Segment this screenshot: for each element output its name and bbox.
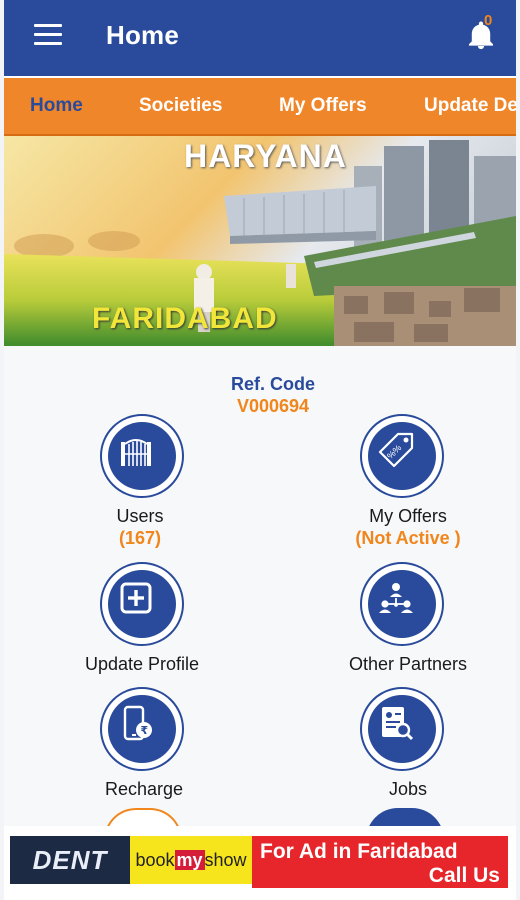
my-offers-tile[interactable]: %% My Offers (Not Active ) (264, 346, 516, 556)
recharge-label: Recharge (104, 779, 184, 799)
recharge-tile-circle: ₹ (100, 687, 184, 771)
bookmyshow-book: book (135, 850, 175, 870)
movie-ad-poster[interactable]: DENT EAR 2 (10, 836, 130, 884)
app-bar: Home 0 (4, 0, 516, 76)
jobs-label: Jobs (388, 779, 428, 799)
other-partners-label: Other Partners (348, 654, 468, 674)
bookmyshow-show: show (204, 850, 247, 870)
my-offers-label: My Offers (369, 506, 447, 526)
ad-call-line2: Call Us (428, 864, 500, 887)
price-tag-icon: %% (378, 432, 414, 468)
page-title: Home (106, 20, 180, 50)
network-people-icon (379, 583, 413, 613)
hamburger-menu-icon[interactable] (34, 24, 62, 46)
notification-count-badge: 0 (484, 12, 493, 29)
resume-search-icon (382, 707, 414, 741)
update-profile-tile-circle (100, 562, 184, 646)
users-tile-circle (100, 414, 184, 498)
city-banner: HARYANA FARIDABAD (4, 136, 516, 346)
tab-societies[interactable]: Societies (139, 78, 222, 134)
gate-icon (121, 439, 151, 466)
bell-icon[interactable] (464, 18, 498, 52)
jobs-tile[interactable]: Jobs (264, 681, 516, 806)
banner-subtitle: FARIDABAD (92, 302, 278, 335)
recharge-tile[interactable]: ₹ Recharge (4, 681, 264, 806)
bookmyshow-logo[interactable]: book my show (130, 836, 252, 884)
tab-my-offers[interactable]: My Offers (279, 78, 367, 134)
users-tile[interactable]: Users (167) (4, 346, 264, 556)
advertisement-banner[interactable]: DENT EAR 2 bookmyshow For Ad in Faridaba… (4, 826, 516, 900)
ad-call-line1: For Ad in Faridabad (260, 840, 458, 863)
app-screen: Home 0 Home Societies My Offers Update D… (4, 0, 516, 900)
svg-text:₹: ₹ (141, 724, 149, 737)
ad-call-banner[interactable]: For Ad in Faridabad Call Us (252, 836, 508, 888)
my-offers-status: (Not Active ) (355, 528, 461, 548)
tab-home[interactable]: Home (30, 78, 83, 134)
tab-update-details[interactable]: Update De (424, 78, 516, 134)
jobs-tile-circle (360, 687, 444, 771)
tab-bar: Home Societies My Offers Update De (4, 78, 516, 136)
other-partners-tile[interactable]: Other Partners (264, 556, 516, 681)
other-partners-tile-circle (360, 562, 444, 646)
users-label: Users (116, 506, 164, 526)
my-offers-tile-circle: %% (360, 414, 444, 498)
dashboard: Ref. Code V000694 Users (167) %% My Offe… (4, 346, 516, 840)
update-profile-tile[interactable]: Update Profile (4, 556, 264, 681)
mobile-rupee-icon: ₹ (123, 705, 152, 741)
users-count: (167) (118, 528, 162, 548)
bookmyshow-my: my (174, 850, 205, 870)
add-square-icon (120, 582, 152, 614)
banner-title: HARYANA (184, 138, 347, 174)
update-profile-label: Update Profile (84, 654, 200, 674)
